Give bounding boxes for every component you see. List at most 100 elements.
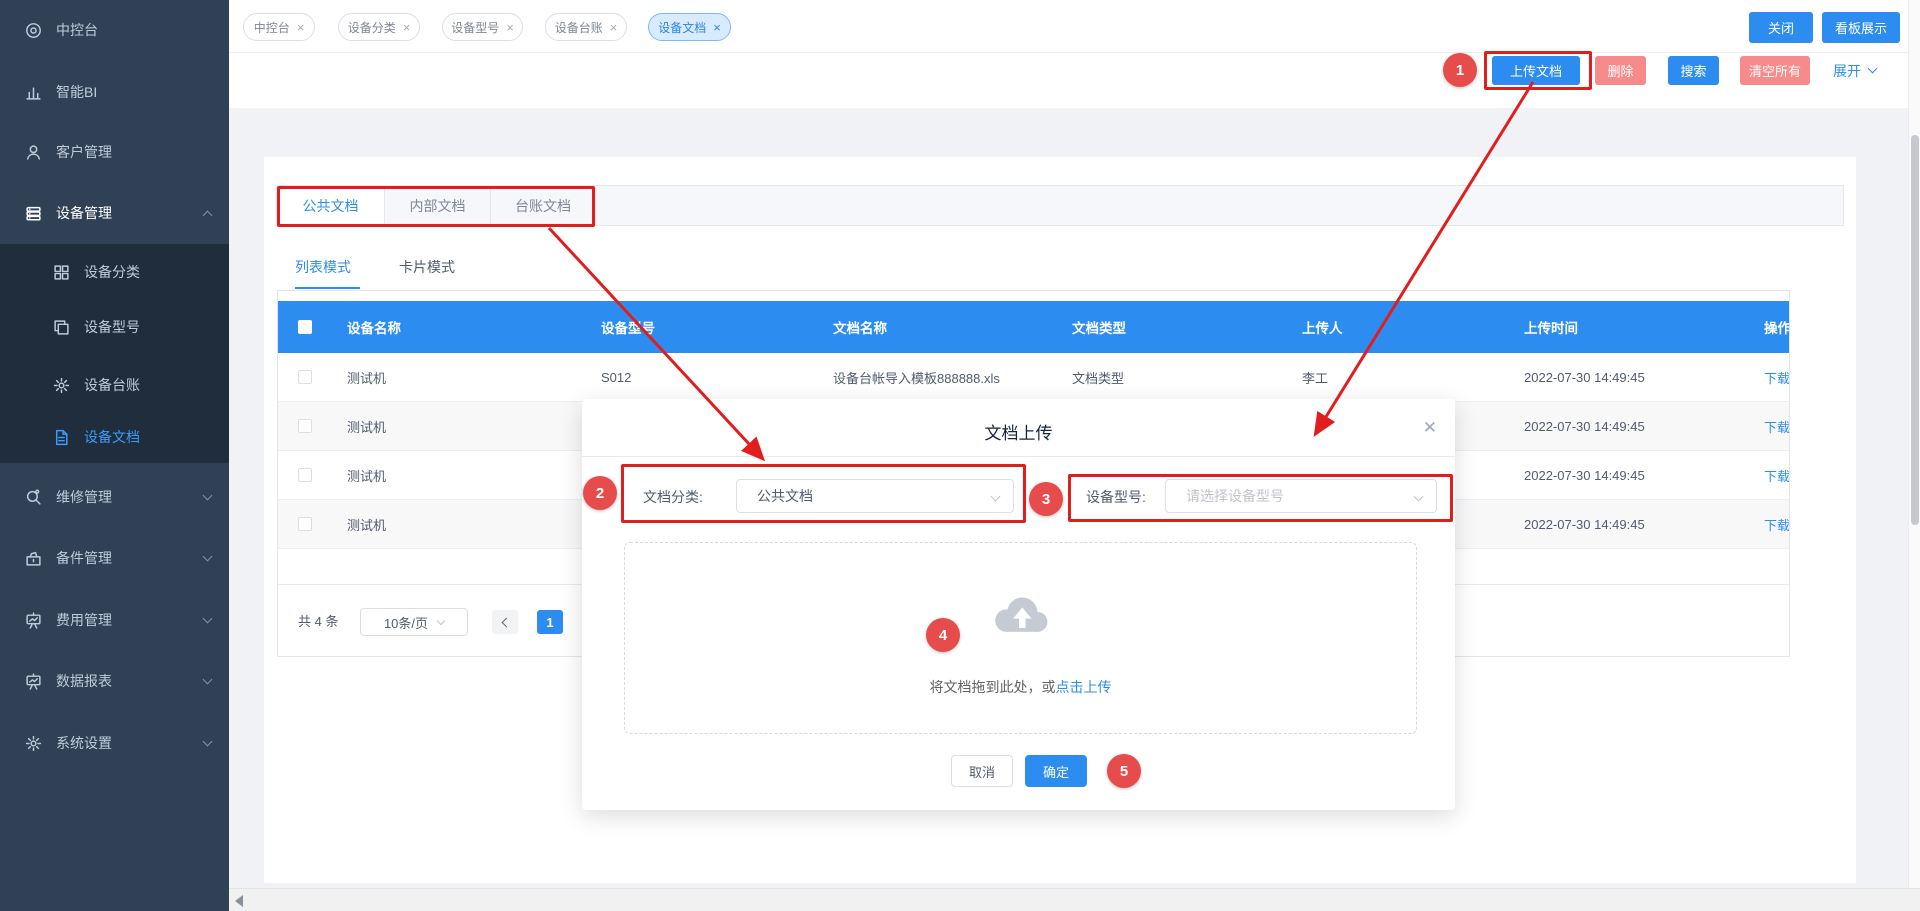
tab-label: 设备台账 — [555, 19, 603, 36]
sidebar-item-bi[interactable]: 智能BI — [0, 68, 229, 116]
tab-close-icon[interactable]: × — [297, 21, 305, 34]
tab-public-docs[interactable]: 公共文档 — [277, 186, 385, 225]
tab-ledger-docs[interactable]: 台账文档 — [491, 186, 596, 225]
prev-page-button[interactable] — [492, 610, 518, 634]
scroll-left-arrow-icon[interactable] — [235, 895, 243, 907]
clear-all-button[interactable]: 清空所有 — [1740, 56, 1810, 85]
pagination-total: 共 4 条 — [298, 608, 338, 636]
col-header-doc-name: 文档名称 — [817, 317, 1056, 337]
tab-label: 设备型号 — [451, 19, 499, 36]
row-checkbox[interactable] — [298, 517, 312, 531]
device-model-placeholder: 请选择设备型号 — [1186, 486, 1284, 506]
toolbox-icon — [24, 549, 42, 567]
row-checkbox[interactable] — [298, 370, 312, 384]
row-checkbox[interactable] — [298, 468, 312, 482]
tab-device-category[interactable]: 设备分类 × — [338, 13, 420, 41]
click-upload-link[interactable]: 点击上传 — [1056, 679, 1112, 695]
sidebar-item-label: 费用管理 — [56, 610, 112, 630]
col-header-upload-time: 上传时间 — [1508, 317, 1748, 337]
cell-upload-time: 2022-07-30 14:49:45 — [1508, 468, 1748, 483]
table-header: 设备名称 设备型号 文档名称 文档类型 上传人 上传时间 操作 — [278, 301, 1789, 353]
modal-close-icon[interactable]: ✕ — [1423, 419, 1437, 436]
presentation-chart-icon — [24, 611, 42, 629]
tab-list-mode[interactable]: 列表模式 — [295, 257, 351, 277]
magnifier-icon — [24, 488, 42, 506]
col-header-action: 操作 — [1748, 317, 1789, 337]
vertical-scrollbar-thumb[interactable] — [1911, 135, 1919, 525]
upload-doc-button[interactable]: 上传文档 — [1492, 56, 1580, 85]
sidebar-item-label: 备件管理 — [56, 548, 112, 568]
page-size-value: 10条/页 — [384, 613, 428, 632]
tab-close-icon[interactable]: × — [506, 21, 514, 34]
tab-device-ledger[interactable]: 设备台账 × — [545, 13, 627, 41]
gear-icon — [24, 734, 42, 752]
download-link[interactable]: 下载 — [1748, 466, 1789, 485]
tab-internal-docs[interactable]: 内部文档 — [385, 186, 491, 225]
dropzone-text: 将文档拖到此处，或点击上传 — [625, 677, 1416, 697]
row-checkbox[interactable] — [298, 419, 312, 433]
sidebar-item-system-settings[interactable]: 系统设置 — [0, 719, 229, 767]
tab-close-icon[interactable]: × — [713, 21, 721, 34]
sidebar-item-data-reports[interactable]: 数据报表 — [0, 657, 229, 705]
sidebar-item-cost-mgmt[interactable]: 费用管理 — [0, 596, 229, 644]
tab-label: 设备分类 — [348, 19, 396, 36]
cancel-button[interactable]: 取消 — [951, 755, 1013, 787]
upload-dropzone[interactable]: 将文档拖到此处，或点击上传 — [624, 542, 1417, 734]
close-button[interactable]: 关闭 — [1749, 12, 1813, 43]
download-link[interactable]: 下载 — [1748, 417, 1789, 436]
sidebar-item-spareparts-mgmt[interactable]: 备件管理 — [0, 534, 229, 582]
document-icon — [52, 428, 70, 446]
cell-upload-time: 2022-07-30 14:49:45 — [1508, 370, 1748, 385]
horizontal-scrollbar[interactable] — [229, 888, 1920, 911]
expand-label: 展开 — [1833, 61, 1861, 81]
sidebar-item-label: 智能BI — [56, 82, 97, 102]
device-model-label: 设备型号: — [1086, 487, 1146, 507]
doc-type-tabs: 公共文档 内部文档 台账文档 — [276, 185, 1844, 226]
select-all-checkbox[interactable] — [298, 320, 312, 334]
chevron-left-icon — [502, 617, 512, 627]
sidebar-item-label: 设备文档 — [84, 427, 140, 447]
doc-category-select[interactable]: 公共文档 — [736, 479, 1014, 513]
tab-console[interactable]: 中控台 × — [243, 13, 315, 41]
confirm-button[interactable]: 确定 — [1025, 755, 1087, 787]
sidebar-item-device-category[interactable]: 设备分类 — [0, 248, 229, 296]
board-display-button[interactable]: 看板展示 — [1822, 12, 1900, 43]
chevron-down-icon — [203, 491, 213, 501]
sidebar-item-device-docs[interactable]: 设备文档 — [0, 413, 229, 461]
sidebar-item-device-mgmt[interactable]: 设备管理 — [0, 189, 229, 237]
tab-close-icon[interactable]: × — [610, 21, 618, 34]
delete-button[interactable]: 删除 — [1595, 56, 1646, 85]
sidebar-item-repair-mgmt[interactable]: 维修管理 — [0, 473, 229, 521]
page-number-button[interactable]: 1 — [537, 610, 563, 634]
device-icon — [24, 204, 42, 222]
tab-card-mode[interactable]: 卡片模式 — [399, 257, 455, 277]
sidebar-item-customers[interactable]: 客户管理 — [0, 128, 229, 176]
sidebar-item-device-ledger[interactable]: 设备台账 — [0, 361, 229, 409]
cell-device-name: 测试机 — [331, 515, 585, 534]
chevron-up-icon — [203, 211, 213, 221]
active-tab-underline — [295, 287, 360, 289]
download-link[interactable]: 下载 — [1748, 515, 1789, 534]
tab-device-model[interactable]: 设备型号 × — [442, 13, 523, 41]
chevron-down-icon — [203, 614, 213, 624]
download-link[interactable]: 下载 — [1748, 368, 1789, 387]
chevron-down-icon — [991, 492, 1001, 502]
tab-close-icon[interactable]: × — [403, 21, 411, 34]
chevron-down-icon — [203, 675, 213, 685]
console-icon — [24, 21, 42, 39]
chevron-down-icon — [203, 552, 213, 562]
sidebar-item-label: 数据报表 — [56, 671, 112, 691]
tab-device-docs[interactable]: 设备文档 × — [648, 13, 731, 41]
copy-icon — [52, 318, 70, 336]
vertical-scrollbar[interactable] — [1908, 0, 1920, 911]
doc-category-label: 文档分类: — [643, 487, 703, 507]
search-button[interactable]: 搜索 — [1668, 56, 1719, 85]
page-size-select[interactable]: 10条/页 — [360, 608, 468, 636]
expand-toggle[interactable]: 展开 — [1833, 56, 1876, 85]
modal-title: 文档上传 — [582, 419, 1455, 444]
device-model-select[interactable]: 请选择设备型号 — [1165, 479, 1437, 513]
sidebar-item-console[interactable]: 中控台 — [0, 6, 229, 54]
col-header-device-model: 设备型号 — [585, 317, 817, 337]
grid-icon — [52, 263, 70, 281]
sidebar-item-device-model[interactable]: 设备型号 — [0, 303, 229, 351]
